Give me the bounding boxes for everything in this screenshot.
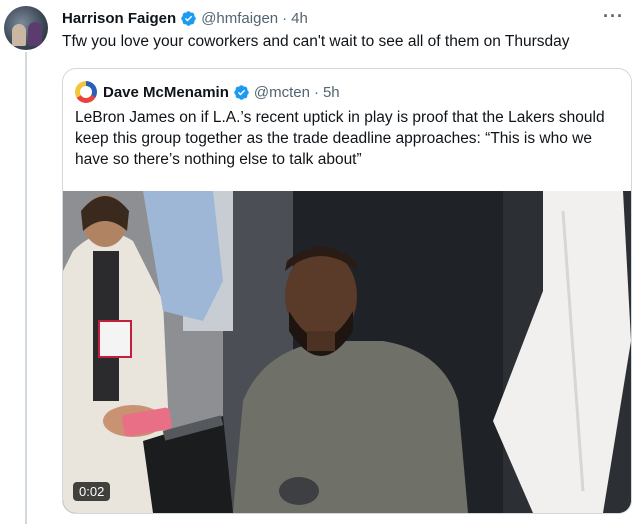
quoted-author-avatar[interactable] bbox=[75, 81, 97, 103]
video-frame bbox=[63, 191, 631, 513]
author-name[interactable]: Harrison Faigen bbox=[62, 10, 176, 27]
author-avatar[interactable] bbox=[4, 6, 48, 50]
video-duration: 0:02 bbox=[73, 482, 111, 501]
separator-dot: · bbox=[313, 83, 319, 101]
quoted-text: LeBron James on if L.A.’s recent uptick … bbox=[75, 109, 605, 168]
verified-badge-icon[interactable] bbox=[180, 10, 197, 27]
tweet-text: Tfw you love your coworkers and can't wa… bbox=[62, 33, 570, 50]
quoted-tweet[interactable]: Dave McMenamin @mcten · 5h LeBron James … bbox=[62, 68, 632, 514]
verified-badge-icon[interactable] bbox=[233, 84, 250, 101]
avatar-person-left bbox=[12, 24, 26, 46]
video-player[interactable]: 0:02 bbox=[63, 191, 631, 513]
separator-dot: · bbox=[282, 9, 288, 27]
quoted-header: Dave McMenamin @mcten · 5h bbox=[75, 81, 340, 103]
tweet-time[interactable]: 4h bbox=[291, 10, 308, 27]
quoted-author-name[interactable]: Dave McMenamin bbox=[103, 84, 229, 101]
author-handle[interactable]: @hmfaigen bbox=[201, 10, 278, 27]
quoted-time[interactable]: 5h bbox=[323, 84, 340, 101]
more-icon[interactable]: ··· bbox=[603, 6, 624, 27]
avatar-person-right bbox=[28, 22, 42, 46]
thread-line bbox=[25, 52, 27, 524]
quoted-author-handle[interactable]: @mcten bbox=[254, 84, 310, 101]
tweet-header: Harrison Faigen @hmfaigen · 4h bbox=[62, 8, 308, 28]
